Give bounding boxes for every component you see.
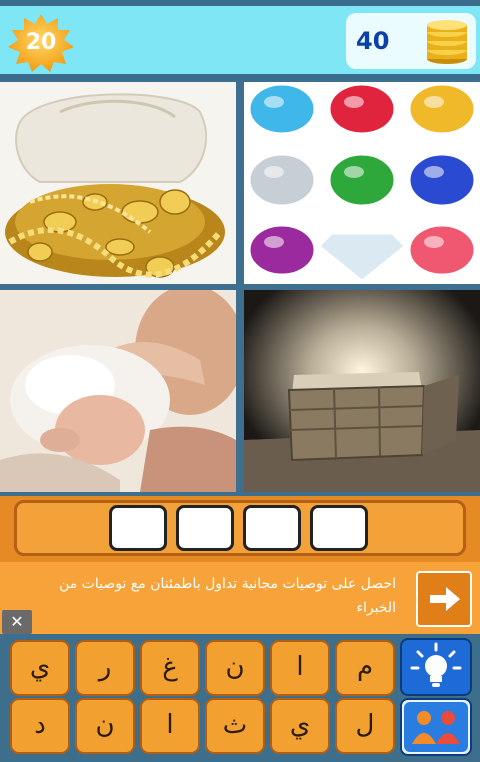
key-row2-4[interactable]: ث	[205, 698, 265, 754]
hint-button[interactable]	[400, 638, 472, 696]
ad-close-button[interactable]: ✕	[2, 610, 32, 634]
key-row1-3[interactable]: غ	[140, 640, 200, 696]
key-row2-3[interactable]: ا	[140, 698, 200, 754]
share-button[interactable]	[400, 698, 472, 756]
answer-slot-3[interactable]	[243, 505, 301, 551]
tile-gemstones[interactable]	[244, 82, 480, 284]
key-row1-4[interactable]: ن	[205, 640, 265, 696]
ad-banner[interactable]: احصل على توصيات مجانية تداول باطمئنان مع…	[0, 562, 480, 634]
gold-coin-stack-icon	[427, 20, 467, 64]
treasure-chest-photo	[244, 290, 480, 492]
coin-panel[interactable]: 40	[346, 13, 476, 69]
answer-slot-4[interactable]	[310, 505, 368, 551]
key-row1-5[interactable]: ا	[270, 640, 330, 696]
gold-jewelry-photo	[0, 82, 236, 284]
key-row1-6[interactable]: م	[335, 640, 395, 696]
key-row2-2[interactable]: ن	[75, 698, 135, 754]
key-row2-6[interactable]: ل	[335, 698, 395, 754]
key-row1-1[interactable]: ي	[10, 640, 70, 696]
newborn-photo	[0, 290, 236, 492]
answer-plate	[14, 500, 466, 556]
arrow-right-icon	[430, 587, 460, 611]
ad-arrow-button[interactable]	[416, 571, 472, 627]
level-badge: 20	[6, 12, 76, 72]
key-row1-2[interactable]: ر	[75, 640, 135, 696]
tile-treasure-chest[interactable]	[244, 290, 480, 492]
coin-count: 40	[356, 27, 390, 55]
answer-slot-2[interactable]	[176, 505, 234, 551]
people-icon	[404, 702, 468, 752]
answer-slot-1[interactable]	[109, 505, 167, 551]
tile-newborn[interactable]	[0, 290, 236, 492]
key-row2-1[interactable]: د	[10, 698, 70, 754]
lightbulb-icon	[410, 642, 462, 687]
ad-text: احصل على توصيات مجانية تداول باطمئنان مع…	[59, 576, 396, 616]
key-row2-5[interactable]: ي	[270, 698, 330, 754]
tile-gold-jewelry[interactable]	[0, 82, 236, 284]
gemstones-photo	[244, 82, 480, 284]
level-number: 20	[25, 30, 57, 55]
